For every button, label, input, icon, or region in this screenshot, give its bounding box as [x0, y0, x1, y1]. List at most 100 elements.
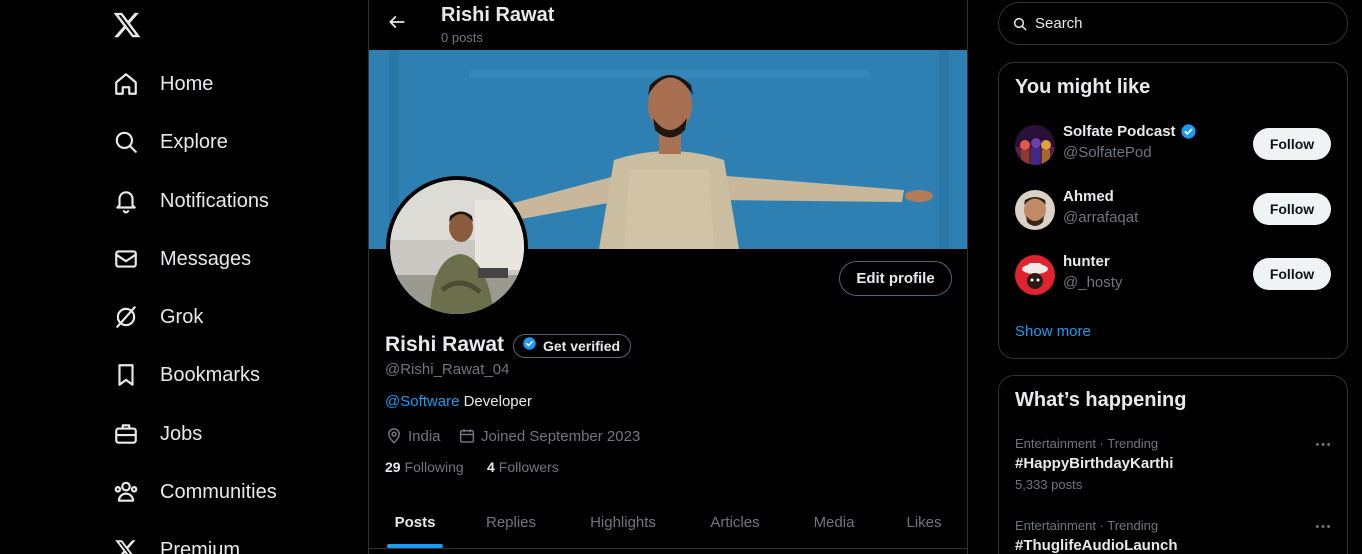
nav-premium-label: Premium — [160, 538, 241, 554]
avatar — [1015, 255, 1055, 295]
arrow-left-icon — [387, 12, 407, 37]
nav-grok-label: Grok — [160, 305, 204, 328]
nav-notifications-label: Notifications — [160, 189, 269, 212]
people-icon — [112, 478, 140, 506]
profile-header-bar: Rishi Rawat 0 posts — [369, 0, 967, 50]
x-logo-icon[interactable] — [112, 10, 142, 40]
nav-jobs-label: Jobs — [160, 422, 203, 445]
trend-category: Entertainment · Trending — [1015, 518, 1159, 533]
suggested-account[interactable]: hunter @_hosty Follow — [1015, 253, 1333, 297]
nav-messages[interactable]: Messages — [112, 241, 251, 277]
verified-badge-icon — [522, 336, 537, 356]
nav-grok[interactable]: Grok — [112, 299, 203, 335]
trend-topic: #HappyBirthdayKarthi — [1015, 455, 1174, 472]
verified-badge-icon — [1180, 123, 1197, 140]
nav-bookmarks[interactable]: Bookmarks — [112, 357, 260, 393]
profile-tabs: Posts Replies Highlights Articles Media … — [369, 496, 967, 549]
header-profile-name: Rishi Rawat — [441, 4, 555, 26]
trend-category: Entertainment · Trending — [1015, 436, 1159, 451]
suggested-name: hunter — [1063, 253, 1110, 270]
briefcase-icon — [112, 420, 140, 448]
get-verified-label: Get verified — [543, 338, 621, 354]
nav-explore-label: Explore — [160, 130, 228, 153]
nav-premium[interactable]: Premium — [112, 532, 240, 554]
search-placeholder: Search — [1035, 15, 1083, 32]
suggested-handle: @_hosty — [1063, 274, 1123, 291]
nav-communities-label: Communities — [160, 480, 277, 503]
get-verified-button[interactable]: Get verified — [513, 334, 632, 358]
trend-item[interactable]: Entertainment · Trending #ThuglifeAudioL… — [1015, 518, 1333, 554]
tab-likes[interactable]: Likes — [897, 496, 951, 549]
profile-joined-date: Joined September 2023 — [458, 426, 640, 446]
followers-count: 4 — [487, 459, 495, 475]
x-logo-icon — [112, 536, 140, 554]
envelope-icon — [112, 245, 140, 273]
who-to-follow-card: You might like Solfate Podcast @SolfateP… — [998, 62, 1348, 359]
following-label: Following — [404, 459, 464, 475]
bookmark-icon — [112, 361, 140, 389]
suggested-account[interactable]: Solfate Podcast @SolfatePod Follow — [1015, 123, 1333, 167]
suggested-name-text: hunter — [1063, 253, 1110, 270]
nav-jobs[interactable]: Jobs — [112, 416, 202, 452]
tab-highlights[interactable]: Highlights — [577, 496, 669, 549]
profile-avatar[interactable] — [386, 176, 528, 318]
suggested-name-text: Solfate Podcast — [1063, 123, 1176, 140]
avatar — [1015, 125, 1055, 165]
search-input[interactable]: Search — [998, 2, 1348, 45]
active-tab-indicator — [387, 544, 443, 548]
suggested-handle: @arrafaqat — [1063, 209, 1139, 226]
home-icon — [112, 70, 140, 98]
search-icon — [1011, 15, 1029, 33]
back-button[interactable] — [383, 10, 411, 38]
edit-profile-button[interactable]: Edit profile — [839, 261, 952, 296]
grok-icon — [112, 303, 140, 331]
tab-replies[interactable]: Replies — [475, 496, 547, 549]
tab-articles[interactable]: Articles — [697, 496, 773, 549]
nav-explore[interactable]: Explore — [112, 124, 228, 160]
follow-button[interactable]: Follow — [1253, 128, 1331, 160]
whats-happening-card: What’s happening Entertainment · Trendin… — [998, 375, 1348, 554]
search-icon — [112, 128, 140, 156]
trend-item[interactable]: Entertainment · Trending #HappyBirthdayK… — [1015, 436, 1333, 492]
profile-bio: @Software Developer — [385, 393, 532, 410]
who-to-follow-title: You might like — [1015, 76, 1151, 98]
nav-messages-label: Messages — [160, 247, 252, 270]
following-stat[interactable]: 29 Following — [385, 459, 464, 475]
bio-mention-link[interactable]: @Software — [385, 393, 459, 410]
bell-icon — [112, 187, 140, 215]
right-sidebar: Search You might like Solfate Podcast @S… — [968, 0, 1362, 554]
nav-bookmarks-label: Bookmarks — [160, 363, 261, 386]
nav-notifications[interactable]: Notifications — [112, 183, 269, 219]
profile-location: India — [385, 426, 441, 446]
location-pin-icon — [385, 427, 403, 445]
suggested-account[interactable]: Ahmed @arrafaqat Follow — [1015, 188, 1333, 232]
nav-home[interactable]: Home — [112, 66, 213, 102]
header-post-count: 0 posts — [441, 30, 483, 45]
suggested-name: Ahmed — [1063, 188, 1114, 205]
follow-button[interactable]: Follow — [1253, 193, 1331, 225]
followers-stat[interactable]: 4 Followers — [487, 459, 559, 475]
joined-text: Joined September 2023 — [481, 427, 641, 445]
bio-text: Developer — [459, 393, 532, 410]
nav-communities[interactable]: Communities — [112, 474, 277, 510]
tab-media[interactable]: Media — [801, 496, 867, 549]
followers-label: Followers — [498, 459, 559, 475]
following-count: 29 — [385, 459, 401, 475]
profile-column: Rishi Rawat 0 posts Edit profile Rishi R… — [368, 0, 968, 554]
calendar-icon — [458, 427, 476, 445]
suggested-handle: @SolfatePod — [1063, 144, 1152, 161]
show-more-link[interactable]: Show more — [1015, 323, 1091, 340]
location-text: India — [408, 427, 441, 445]
follow-button[interactable]: Follow — [1253, 258, 1331, 290]
whats-happening-title: What’s happening — [1015, 389, 1187, 411]
nav-home-label: Home — [160, 72, 214, 95]
tab-posts[interactable]: Posts — [387, 496, 443, 549]
trend-post-count: 5,333 posts — [1015, 477, 1083, 492]
more-options-icon[interactable] — [1313, 436, 1333, 452]
trend-topic: #ThuglifeAudioLaunch — [1015, 537, 1178, 554]
more-options-icon[interactable] — [1313, 518, 1333, 534]
profile-handle: @Rishi_Rawat_04 — [385, 361, 510, 378]
suggested-name: Solfate Podcast — [1063, 123, 1197, 140]
avatar — [1015, 190, 1055, 230]
left-sidebar: Home Explore Notifications Messages Grok… — [0, 0, 368, 554]
